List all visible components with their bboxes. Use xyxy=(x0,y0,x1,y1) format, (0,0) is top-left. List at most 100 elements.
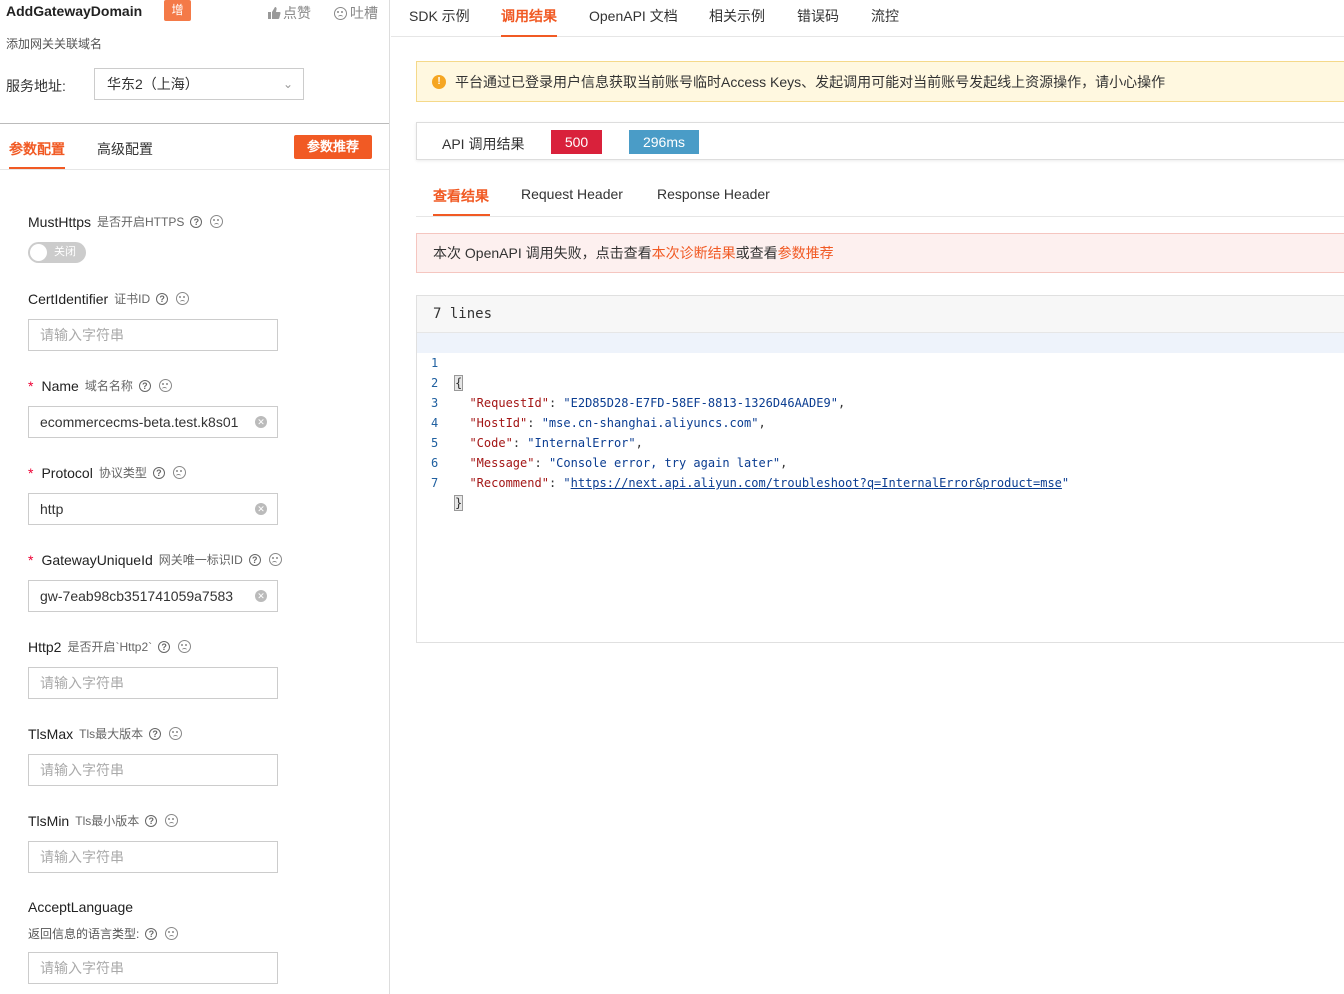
field-label-tls-max: TlsMax Tls最大版本 ? xyxy=(28,725,183,742)
code-line: 5 "Message": "Console error, try again l… xyxy=(417,413,1344,470)
tab-call-result[interactable]: 调用结果 xyxy=(501,6,557,26)
sad-face-icon[interactable] xyxy=(210,215,224,228)
code-line: 7 } xyxy=(417,453,1344,511)
placeholder: 请输入字符串 xyxy=(40,327,124,343)
placeholder: 请输入字符串 xyxy=(40,762,124,778)
json-key: "Recommend" xyxy=(469,476,549,490)
must-https-toggle[interactable]: 关闭 xyxy=(28,242,86,263)
field-name: MustHttps xyxy=(28,213,92,230)
sad-face-icon[interactable] xyxy=(158,379,172,392)
like-button[interactable]: 点赞 xyxy=(267,3,311,23)
field-desc: 域名名称 xyxy=(84,379,133,393)
clear-icon[interactable]: ✕ xyxy=(255,416,267,428)
field-desc: 协议类型 xyxy=(98,466,147,480)
required-mark: * xyxy=(28,464,34,481)
status-code-badge: 500 xyxy=(551,130,602,154)
diagnosis-link[interactable]: 本次诊断结果 xyxy=(652,245,736,261)
error-prefix: 本次 OpenAPI 调用失败，点击查看 xyxy=(433,245,652,261)
accept-language-input[interactable]: 请输入字符串 xyxy=(28,952,278,984)
code-text: "Recommend": "https://next.api.aliyun.co… xyxy=(469,476,1070,490)
gateway-unique-id-input[interactable]: gw-7eab98cb351741059a7583 ✕ xyxy=(28,580,278,612)
complain-button[interactable]: 吐槽 xyxy=(330,3,378,23)
cert-identifier-input[interactable]: 请输入字符串 xyxy=(28,319,278,351)
api-title: AddGatewayDomain xyxy=(6,3,143,19)
field-desc: Tls最大版本 xyxy=(79,727,144,741)
input-value: gw-7eab98cb351741059a7583 xyxy=(40,588,234,604)
tab-params[interactable]: 参数配置 xyxy=(9,139,65,159)
field-name: AcceptLanguage xyxy=(28,899,134,915)
name-input[interactable]: ecommercecms-beta.test.k8s01 ✕ xyxy=(28,406,278,438)
help-icon[interactable]: ? xyxy=(158,640,171,653)
param-recommend-button[interactable]: 参数推荐 xyxy=(294,135,372,159)
complain-label: 吐槽 xyxy=(350,5,378,21)
help-icon[interactable]: ? xyxy=(149,727,162,740)
sad-face-icon[interactable] xyxy=(165,814,179,827)
field-label-gateway-unique-id: * GatewayUniqueId 网关唯一标识ID ? xyxy=(28,551,282,568)
help-icon[interactable]: ? xyxy=(145,814,158,827)
field-name: Name xyxy=(41,377,79,394)
service-address-label: 服务地址: xyxy=(6,78,66,94)
help-icon[interactable]: ? xyxy=(152,466,165,479)
sad-face-icon[interactable] xyxy=(165,927,179,940)
result-label: API 调用结果 xyxy=(442,136,525,152)
sad-face-icon[interactable] xyxy=(268,553,282,566)
clear-icon[interactable]: ✕ xyxy=(255,590,267,602)
sad-face-icon[interactable] xyxy=(176,292,190,305)
field-desc: 证书ID xyxy=(114,292,151,306)
field-desc: 是否开启HTTPS xyxy=(97,215,185,229)
active-tab-indicator xyxy=(501,35,557,37)
response-time-badge: 296ms xyxy=(629,130,699,154)
field-name: TlsMin xyxy=(28,812,70,829)
tls-max-input[interactable]: 请输入字符串 xyxy=(28,754,278,786)
required-mark: * xyxy=(28,551,34,568)
tab-related-examples[interactable]: 相关示例 xyxy=(709,6,765,26)
notice-text: 平台通过已登录用户信息获取当前账号临时Access Keys、发起调用可能对当前… xyxy=(455,73,1166,90)
code-line: 4 "Code": "InternalError", xyxy=(417,393,1344,450)
warning-icon: ! xyxy=(432,74,446,89)
sad-face-icon[interactable] xyxy=(169,727,183,740)
tab-openapi-docs[interactable]: OpenAPI 文档 xyxy=(589,6,678,26)
region-select[interactable]: 华东2（上海） ⌄ xyxy=(94,68,304,100)
troubleshoot-link[interactable]: https://next.api.aliyun.com/troubleshoot… xyxy=(571,476,1062,490)
field-label-protocol: * Protocol 协议类型 ? xyxy=(28,464,186,481)
help-icon[interactable]: ? xyxy=(138,379,151,392)
field-label-must-https: MustHttps 是否开启HTTPS ? xyxy=(28,213,224,230)
input-value: ecommercecms-beta.test.k8s01 xyxy=(40,414,239,430)
tab-request-header[interactable]: Request Header xyxy=(521,186,623,202)
code-line-count: 7 lines xyxy=(417,296,1344,333)
chevron-down-icon: ⌄ xyxy=(282,77,293,91)
field-desc: Tls最小版本 xyxy=(75,814,140,828)
tab-view-result[interactable]: 查看结果 xyxy=(433,186,489,206)
sad-face-icon[interactable] xyxy=(178,640,192,653)
protocol-input[interactable]: http ✕ xyxy=(28,493,278,525)
like-label: 点赞 xyxy=(283,5,311,21)
param-recommend-link[interactable]: 参数推荐 xyxy=(778,245,834,261)
tls-min-input[interactable]: 请输入字符串 xyxy=(28,841,278,873)
divider xyxy=(0,169,389,170)
tab-error-codes[interactable]: 错误码 xyxy=(797,6,839,26)
code-line: 2 "RequestId": "E2D85D28-E7FD-58EF-8813-… xyxy=(417,353,1344,410)
tab-advanced[interactable]: 高级配置 xyxy=(97,139,153,159)
code-line: 6 "Recommend": "https://next.api.aliyun.… xyxy=(417,433,1344,490)
response-code-viewer: 7 lines 1 { 2 "RequestId": "E2D85D28-E7F… xyxy=(416,295,1344,643)
field-label-tls-min: TlsMin Tls最小版本 ? xyxy=(28,812,179,829)
placeholder: 请输入字符串 xyxy=(40,849,124,865)
field-desc: 是否开启`Http2` xyxy=(67,640,153,654)
help-icon[interactable]: ? xyxy=(156,292,169,305)
api-type-badge: 增 xyxy=(164,0,191,21)
field-name: Protocol xyxy=(41,464,93,481)
help-icon[interactable]: ? xyxy=(190,215,203,228)
accept-language-desc: 返回信息的语言类型: ? xyxy=(28,925,179,942)
toggle-knob xyxy=(30,244,47,261)
active-tab-indicator xyxy=(433,214,490,216)
tab-flow-control[interactable]: 流控 xyxy=(871,6,899,26)
help-icon[interactable]: ? xyxy=(145,927,158,940)
help-icon[interactable]: ? xyxy=(248,553,261,566)
tab-response-header[interactable]: Response Header xyxy=(657,186,770,202)
sad-face-icon[interactable] xyxy=(172,466,186,479)
http2-input[interactable]: 请输入字符串 xyxy=(28,667,278,699)
tab-sdk-examples[interactable]: SDK 示例 xyxy=(409,6,470,26)
clear-icon[interactable]: ✕ xyxy=(255,503,267,515)
code-lines: 1 { 2 "RequestId": "E2D85D28-E7FD-58EF-8… xyxy=(417,333,1344,511)
field-label-accept-language: AcceptLanguage xyxy=(28,899,133,915)
